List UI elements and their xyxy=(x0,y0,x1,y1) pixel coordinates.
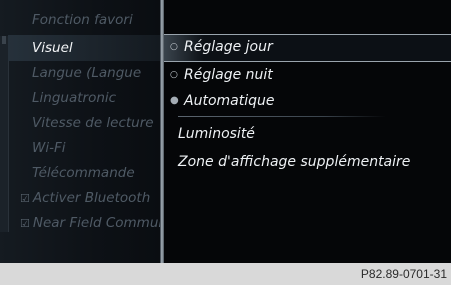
menu-item-vitesse-de-lecture[interactable]: Vitesse de lecture xyxy=(32,112,154,134)
menu-item-visuel[interactable]: Visuel xyxy=(32,37,73,59)
separator-line xyxy=(178,116,386,117)
menu-item-wifi[interactable]: Wi-Fi xyxy=(32,137,66,159)
radio-empty-icon: ○ xyxy=(170,70,178,80)
option-luminosite[interactable]: Luminosité xyxy=(178,122,255,146)
menu-item-near-field-communication[interactable]: ☑Near Field Communication xyxy=(20,212,160,234)
display-screen: Fonction favori Visuel Langue (Langue Li… xyxy=(0,0,451,263)
menu-item-activer-bluetooth[interactable]: ☑ Activer Bluetooth xyxy=(20,187,160,209)
figure-caption: P82.89-0701-31 xyxy=(360,267,447,281)
menu-item-langue[interactable]: Langue (Langue xyxy=(32,62,141,84)
menu-item-telecommande[interactable]: Télécommande xyxy=(32,162,135,184)
scroll-thumb[interactable] xyxy=(2,36,6,44)
radio-empty-icon: ○ xyxy=(170,42,178,52)
option-reglage-nuit[interactable]: ○ Réglage nuit xyxy=(170,63,273,87)
checkbox-checked-icon[interactable]: ☑ xyxy=(20,217,30,230)
left-selection-highlight xyxy=(8,35,160,61)
menu-item-fonction-favori[interactable]: Fonction favori xyxy=(32,9,133,31)
option-reglage-jour[interactable]: ○ Réglage jour xyxy=(170,35,273,59)
option-automatique[interactable]: ● Automatique xyxy=(170,89,274,113)
scroll-track[interactable] xyxy=(0,36,9,232)
checkbox-checked-icon[interactable]: ☑ xyxy=(20,192,30,205)
menu-item-linguatronic[interactable]: Linguatronic xyxy=(32,87,116,109)
option-zone-affichage-supplementaire[interactable]: Zone d'affichage supplémentaire xyxy=(178,150,410,174)
radio-filled-icon: ● xyxy=(170,95,179,106)
